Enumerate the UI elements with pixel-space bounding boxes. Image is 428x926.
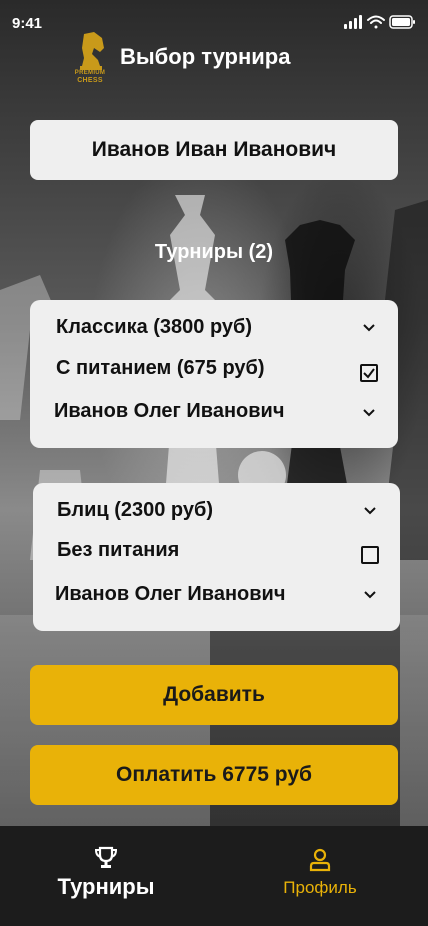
meal-option-label: С питанием (675 руб) bbox=[56, 357, 265, 379]
tab-tournaments[interactable]: Турниры bbox=[30, 846, 182, 900]
player-name-field[interactable]: Иванов Иван Иванович bbox=[30, 120, 398, 180]
tournament-type-select[interactable]: Блиц (2300 руб) bbox=[57, 499, 213, 522]
meal-option-label: Без питания bbox=[57, 539, 180, 561]
chevron-down-icon[interactable] bbox=[362, 323, 376, 333]
trophy-icon bbox=[94, 846, 118, 868]
tab-bar: Турниры Профиль bbox=[0, 826, 428, 926]
signal-icon bbox=[344, 15, 362, 29]
meal-checkbox-unchecked[interactable] bbox=[361, 546, 379, 564]
tab-profile-label: Профиль bbox=[283, 878, 357, 897]
tournament-type-select[interactable]: Классика (3800 руб) bbox=[56, 316, 252, 339]
tournament-card-1: Классика (3800 руб) С питанием (675 руб)… bbox=[30, 300, 398, 448]
page-title: Выбор турнира bbox=[120, 44, 291, 69]
tab-profile[interactable]: Профиль bbox=[260, 848, 380, 898]
chevron-down-icon[interactable] bbox=[362, 408, 376, 418]
tournament-card-2: Блиц (2300 руб) Без питания Иванов Олег … bbox=[33, 483, 400, 631]
person-icon bbox=[309, 848, 331, 872]
player-select[interactable]: Иванов Олег Иванович bbox=[54, 400, 284, 423]
header: PREMIUM CHESS Выбор турнира bbox=[0, 28, 428, 92]
wifi-icon bbox=[367, 15, 385, 29]
add-tournament-button[interactable]: Добавить bbox=[30, 665, 398, 725]
tab-tournaments-label: Турниры bbox=[57, 874, 155, 899]
pay-button[interactable]: Оплатить 6775 руб bbox=[30, 745, 398, 805]
chevron-down-icon[interactable] bbox=[363, 506, 377, 516]
meal-checkbox-checked[interactable] bbox=[360, 364, 378, 382]
tournaments-count-heading: Турниры (2) bbox=[154, 241, 274, 263]
chevron-down-icon[interactable] bbox=[363, 590, 377, 600]
check-icon bbox=[363, 368, 375, 379]
logo-text: PREMIUM CHESS bbox=[74, 70, 106, 84]
player-select[interactable]: Иванов Олег Иванович bbox=[55, 583, 285, 606]
battery-icon bbox=[389, 15, 415, 29]
